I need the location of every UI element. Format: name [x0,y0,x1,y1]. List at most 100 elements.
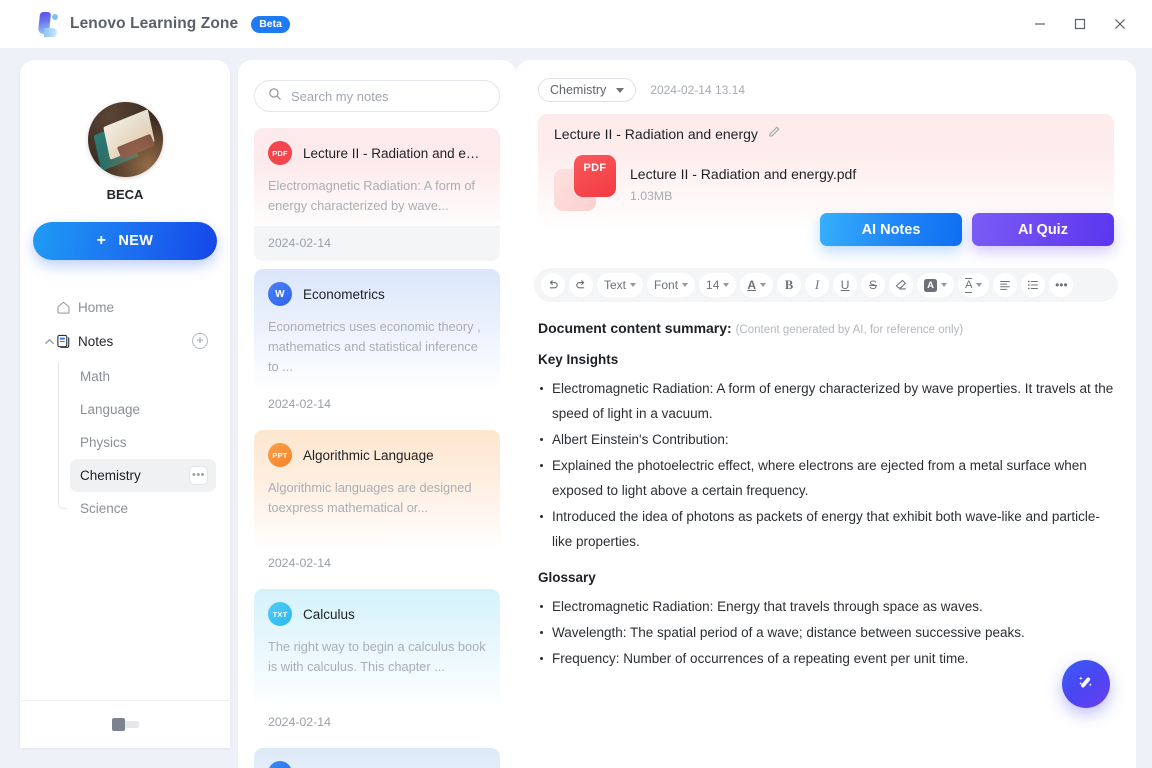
align-button[interactable] [993,273,1018,297]
bold-button[interactable]: B [777,273,802,297]
list-item: Electromagnetic Radiation: Energy that t… [538,594,1114,619]
app-window: Lenovo Learning Zone Beta BECA + NEW Hom… [0,0,1152,768]
bullet-list-button[interactable] [1021,273,1046,297]
sidebar-item-science[interactable]: Science [70,492,216,525]
ai-quiz-button[interactable]: AI Quiz [972,213,1114,246]
brand: Lenovo Learning Zone Beta [34,10,290,38]
search-input[interactable] [291,88,486,104]
sidebar-item-home-label: Home [78,299,115,315]
summary-label: Document content summary: [538,320,732,336]
sidebar-item-language[interactable]: Language [70,393,216,426]
font-color-button[interactable]: A [958,273,990,297]
chevron-down-icon [616,87,625,93]
lenovo-logo-icon [34,10,60,38]
chevron-up-icon[interactable] [42,338,56,345]
category-label: Chemistry [550,83,607,97]
ppt-badge-icon: PPT [268,443,292,467]
ai-assistant-fab[interactable] [1062,660,1110,708]
notebook-list: Math Language Physics Chemistry ••• Scie… [58,360,216,525]
username: BECA [106,187,144,202]
section-heading: Key Insights [538,352,619,367]
note-excerpt: Econometrics uses economic theory , math… [268,319,481,374]
pdf-label: PDF [574,155,616,197]
minimize-button[interactable] [1020,7,1060,41]
notebook-label: Chemistry [80,468,141,483]
chevron-down-icon [723,283,730,287]
highlight-button[interactable]: A [917,273,955,297]
font-label: Font [654,278,679,292]
italic-button[interactable]: I [805,273,830,297]
new-button-label: NEW [118,233,154,249]
notebook-label: Math [80,369,111,384]
clear-format-button[interactable] [889,273,914,297]
notes-icon [56,334,78,349]
underline-button[interactable]: U [833,273,858,297]
note-card[interactable]: PDF Lecture II - Radiation and ene... El… [254,128,500,261]
section-heading: Glossary [538,570,596,585]
font-color-glyph: A [965,277,973,293]
list-item: Introduced the idea of photons as packet… [538,504,1114,554]
close-button[interactable] [1100,7,1140,41]
more-options-button[interactable]: ••• [1049,273,1074,297]
note-title: Algorithmic Language [303,447,434,463]
key-insights-list: Electromagnetic Radiation: A form of ene… [538,376,1114,554]
avatar[interactable] [87,102,163,177]
notebook-label: Science [80,501,129,516]
note-title: Econometrics [303,286,385,302]
note-card[interactable]: PPT Algorithmic Language Algorithmic lan… [254,430,500,581]
strikethrough-button[interactable]: S [861,273,886,297]
summary-line: Document content summary: (Content gener… [538,320,1114,336]
sidebar-item-math[interactable]: Math [70,360,216,393]
image-badge-icon [268,761,292,768]
word-badge-icon: W [268,282,292,306]
note-cards: PDF Lecture II - Radiation and ene... El… [238,128,516,768]
sidebar-item-physics[interactable]: Physics [70,426,216,459]
document-content[interactable]: Document content summary: (Content gener… [516,302,1136,671]
notes-list-panel: PDF Lecture II - Radiation and ene... El… [238,60,516,768]
note-card[interactable]: W Econometrics Econometrics uses economi… [254,269,500,422]
txt-badge-icon: TXT [268,602,292,626]
note-title-row: Lecture II - Radiation and energy [538,114,1114,151]
collapse-sidebar-button[interactable] [111,718,139,731]
note-date: 2024-02-14 [268,397,331,411]
note-excerpt: Electromagnetic Radiation: A form of ene… [268,178,475,213]
notebook-label: Language [80,402,141,417]
text-color-button[interactable]: A [740,273,774,297]
maximize-button[interactable] [1060,7,1100,41]
note-card[interactable]: TXT Calculus The right way to begin a ca… [254,589,500,740]
search-box[interactable] [254,80,500,112]
chevron-down-icon [976,283,983,287]
note-title: Lecture II - Radiation and energy [554,125,758,142]
redo-button[interactable] [569,273,593,297]
category-dropdown[interactable]: Chemistry [538,78,637,102]
ai-notes-button[interactable]: AI Notes [820,213,962,246]
glossary-list: Electromagnetic Radiation: Energy that t… [538,594,1114,671]
add-notebook-icon[interactable]: + [192,333,208,349]
strikethrough-glyph: S [869,278,878,292]
sidebar-item-notes[interactable]: Notes + [34,324,216,358]
search-icon [268,87,282,106]
sidebar-item-chemistry[interactable]: Chemistry ••• [70,459,216,492]
note-excerpt: Algorithmic languages are designed toexp… [268,480,472,515]
undo-button[interactable] [541,273,565,297]
new-button[interactable]: + NEW [33,222,217,260]
list-item: Explained the photoelectric effect, wher… [538,453,1114,503]
profile: BECA [20,60,230,202]
font-dropdown[interactable]: Font [647,273,696,297]
note-card[interactable]: Calculus The right way to begin a calcul… [254,748,500,768]
title-bar: Lenovo Learning Zone Beta [0,0,1152,48]
sidebar-item-home[interactable]: Home [48,290,216,324]
note-detail-panel: Chemistry 2024-02-14 13.14 Lecture II - … [516,60,1136,768]
pdf-badge-icon: PDF [268,141,292,165]
chevron-down-icon [941,283,948,287]
list-item: Frequency: Number of occurrences of a re… [538,646,1114,671]
collapse-track-icon [124,721,139,728]
sidebar: BECA + NEW Home Notes + Math Language Ph… [20,60,230,748]
font-size-dropdown[interactable]: 14 [699,273,737,297]
collapse-handle-icon [111,718,125,731]
text-style-dropdown[interactable]: Text [597,273,644,297]
summary-note: (Content generated by AI, for reference … [735,324,964,336]
file-meta: Lecture II - Radiation and energy.pdf 1.… [630,166,856,203]
notebook-menu-icon[interactable]: ••• [189,466,208,485]
edit-title-icon[interactable] [767,125,781,142]
